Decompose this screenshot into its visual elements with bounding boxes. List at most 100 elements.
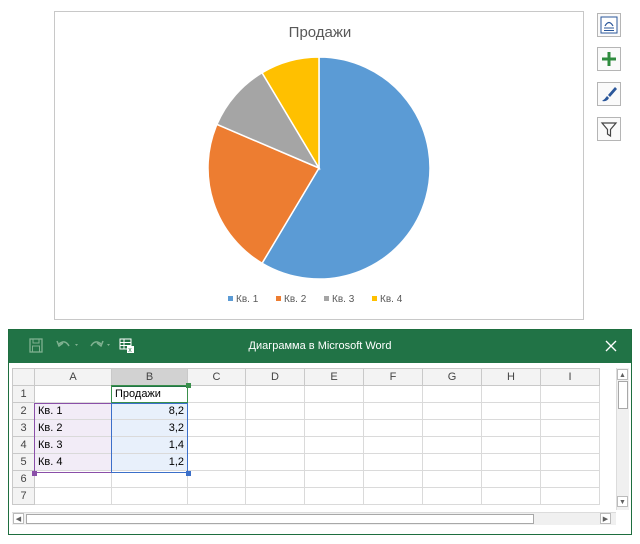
cell-c2[interactable] bbox=[187, 402, 246, 420]
cell-a3[interactable]: Кв. 2 bbox=[34, 419, 112, 437]
cell-b2[interactable]: 8,2 bbox=[111, 402, 188, 420]
scroll-up-arrow-icon[interactable]: ▲ bbox=[617, 369, 628, 380]
cell-h2[interactable] bbox=[481, 402, 541, 420]
cell-f3[interactable] bbox=[363, 419, 423, 437]
cell-d2[interactable] bbox=[245, 402, 305, 420]
cell-g3[interactable] bbox=[422, 419, 482, 437]
cell-a2[interactable]: Кв. 1 bbox=[34, 402, 112, 420]
cell-c1[interactable] bbox=[187, 385, 246, 403]
cell-i4[interactable] bbox=[540, 436, 600, 454]
cell-f4[interactable] bbox=[363, 436, 423, 454]
column-header-g[interactable]: G bbox=[422, 368, 482, 386]
row-header-4[interactable]: 4 bbox=[12, 436, 35, 454]
cell-f2[interactable] bbox=[363, 402, 423, 420]
worksheet-table[interactable]: A B C D E F G H I 1 Продажи 2 Кв. 1 8,2 … bbox=[12, 368, 600, 505]
cell-f5[interactable] bbox=[363, 453, 423, 471]
chart-title[interactable]: Продажи bbox=[289, 24, 352, 41]
scroll-down-arrow-icon[interactable]: ▼ bbox=[617, 496, 628, 507]
chart-elements-button[interactable] bbox=[597, 47, 621, 71]
cell-h7[interactable] bbox=[481, 487, 541, 505]
cell-a7[interactable] bbox=[34, 487, 112, 505]
cell-i1[interactable] bbox=[540, 385, 600, 403]
chart-filters-button[interactable] bbox=[597, 117, 621, 141]
column-header-i[interactable]: I bbox=[540, 368, 600, 386]
chart-area[interactable]: Продажи Кв. 1 Кв. 2 Кв. 3 Кв. 4 bbox=[54, 11, 584, 320]
layout-options-button[interactable] bbox=[597, 13, 621, 37]
spreadsheet-grid[interactable]: A B C D E F G H I 1 Продажи 2 Кв. 1 8,2 … bbox=[12, 368, 614, 510]
cell-e1[interactable] bbox=[304, 385, 364, 403]
column-header-c[interactable]: C bbox=[187, 368, 246, 386]
chart-legend[interactable]: Кв. 1 Кв. 2 Кв. 3 Кв. 4 bbox=[228, 294, 403, 305]
cell-b6[interactable] bbox=[111, 470, 188, 488]
row-header-7[interactable]: 7 bbox=[12, 487, 35, 505]
cell-i7[interactable] bbox=[540, 487, 600, 505]
cell-b5[interactable]: 1,2 bbox=[111, 453, 188, 471]
cell-b1[interactable]: Продажи bbox=[111, 385, 188, 403]
cell-e2[interactable] bbox=[304, 402, 364, 420]
cell-c4[interactable] bbox=[187, 436, 246, 454]
cell-c3[interactable] bbox=[187, 419, 246, 437]
range-resize-handle[interactable] bbox=[186, 471, 191, 476]
cell-c5[interactable] bbox=[187, 453, 246, 471]
cell-a6[interactable] bbox=[34, 470, 112, 488]
range-resize-handle[interactable] bbox=[186, 383, 191, 388]
cell-g6[interactable] bbox=[422, 470, 482, 488]
scroll-right-arrow-icon[interactable]: ▶ bbox=[600, 513, 611, 524]
horizontal-scrollbar[interactable]: ◀ ▶ bbox=[12, 512, 616, 525]
cell-g5[interactable] bbox=[422, 453, 482, 471]
cell-a5[interactable]: Кв. 4 bbox=[34, 453, 112, 471]
column-header-h[interactable]: H bbox=[481, 368, 541, 386]
column-header-d[interactable]: D bbox=[245, 368, 305, 386]
cell-a1[interactable] bbox=[34, 385, 112, 403]
cell-h5[interactable] bbox=[481, 453, 541, 471]
horizontal-scroll-thumb[interactable] bbox=[26, 514, 534, 524]
column-header-a[interactable]: A bbox=[34, 368, 112, 386]
cell-a4[interactable]: Кв. 3 bbox=[34, 436, 112, 454]
row-header-5[interactable]: 5 bbox=[12, 453, 35, 471]
column-header-f[interactable]: F bbox=[363, 368, 423, 386]
column-header-b[interactable]: B bbox=[111, 368, 188, 387]
cell-d7[interactable] bbox=[245, 487, 305, 505]
cell-g7[interactable] bbox=[422, 487, 482, 505]
close-icon[interactable] bbox=[601, 336, 621, 356]
cell-e7[interactable] bbox=[304, 487, 364, 505]
vertical-scroll-thumb[interactable] bbox=[618, 381, 628, 409]
cell-c6[interactable] bbox=[187, 470, 246, 488]
cell-h3[interactable] bbox=[481, 419, 541, 437]
vertical-scrollbar[interactable]: ▲ ▼ bbox=[616, 368, 629, 510]
chart-styles-button[interactable] bbox=[597, 82, 621, 106]
cell-b7[interactable] bbox=[111, 487, 188, 505]
cell-i5[interactable] bbox=[540, 453, 600, 471]
cell-i2[interactable] bbox=[540, 402, 600, 420]
select-all-corner[interactable] bbox=[12, 368, 35, 386]
pie-chart[interactable]: Продажи Кв. 1 Кв. 2 Кв. 3 Кв. 4 bbox=[55, 12, 585, 321]
cell-h4[interactable] bbox=[481, 436, 541, 454]
cell-g4[interactable] bbox=[422, 436, 482, 454]
cell-b3[interactable]: 3,2 bbox=[111, 419, 188, 437]
cell-g2[interactable] bbox=[422, 402, 482, 420]
cell-f1[interactable] bbox=[363, 385, 423, 403]
cell-d5[interactable] bbox=[245, 453, 305, 471]
row-header-3[interactable]: 3 bbox=[12, 419, 35, 437]
cell-i6[interactable] bbox=[540, 470, 600, 488]
cell-f6[interactable] bbox=[363, 470, 423, 488]
row-header-2[interactable]: 2 bbox=[12, 402, 35, 420]
cell-d4[interactable] bbox=[245, 436, 305, 454]
cell-e3[interactable] bbox=[304, 419, 364, 437]
row-header-1[interactable]: 1 bbox=[12, 385, 35, 403]
range-resize-handle[interactable] bbox=[32, 471, 37, 476]
cell-d1[interactable] bbox=[245, 385, 305, 403]
cell-i3[interactable] bbox=[540, 419, 600, 437]
cell-c7[interactable] bbox=[187, 487, 246, 505]
column-header-e[interactable]: E bbox=[304, 368, 364, 386]
cell-d6[interactable] bbox=[245, 470, 305, 488]
cell-g1[interactable] bbox=[422, 385, 482, 403]
cell-h6[interactable] bbox=[481, 470, 541, 488]
cell-b4[interactable]: 1,4 bbox=[111, 436, 188, 454]
scroll-left-arrow-icon[interactable]: ◀ bbox=[13, 513, 24, 524]
cell-e6[interactable] bbox=[304, 470, 364, 488]
cell-e4[interactable] bbox=[304, 436, 364, 454]
cell-f7[interactable] bbox=[363, 487, 423, 505]
cell-h1[interactable] bbox=[481, 385, 541, 403]
cell-d3[interactable] bbox=[245, 419, 305, 437]
